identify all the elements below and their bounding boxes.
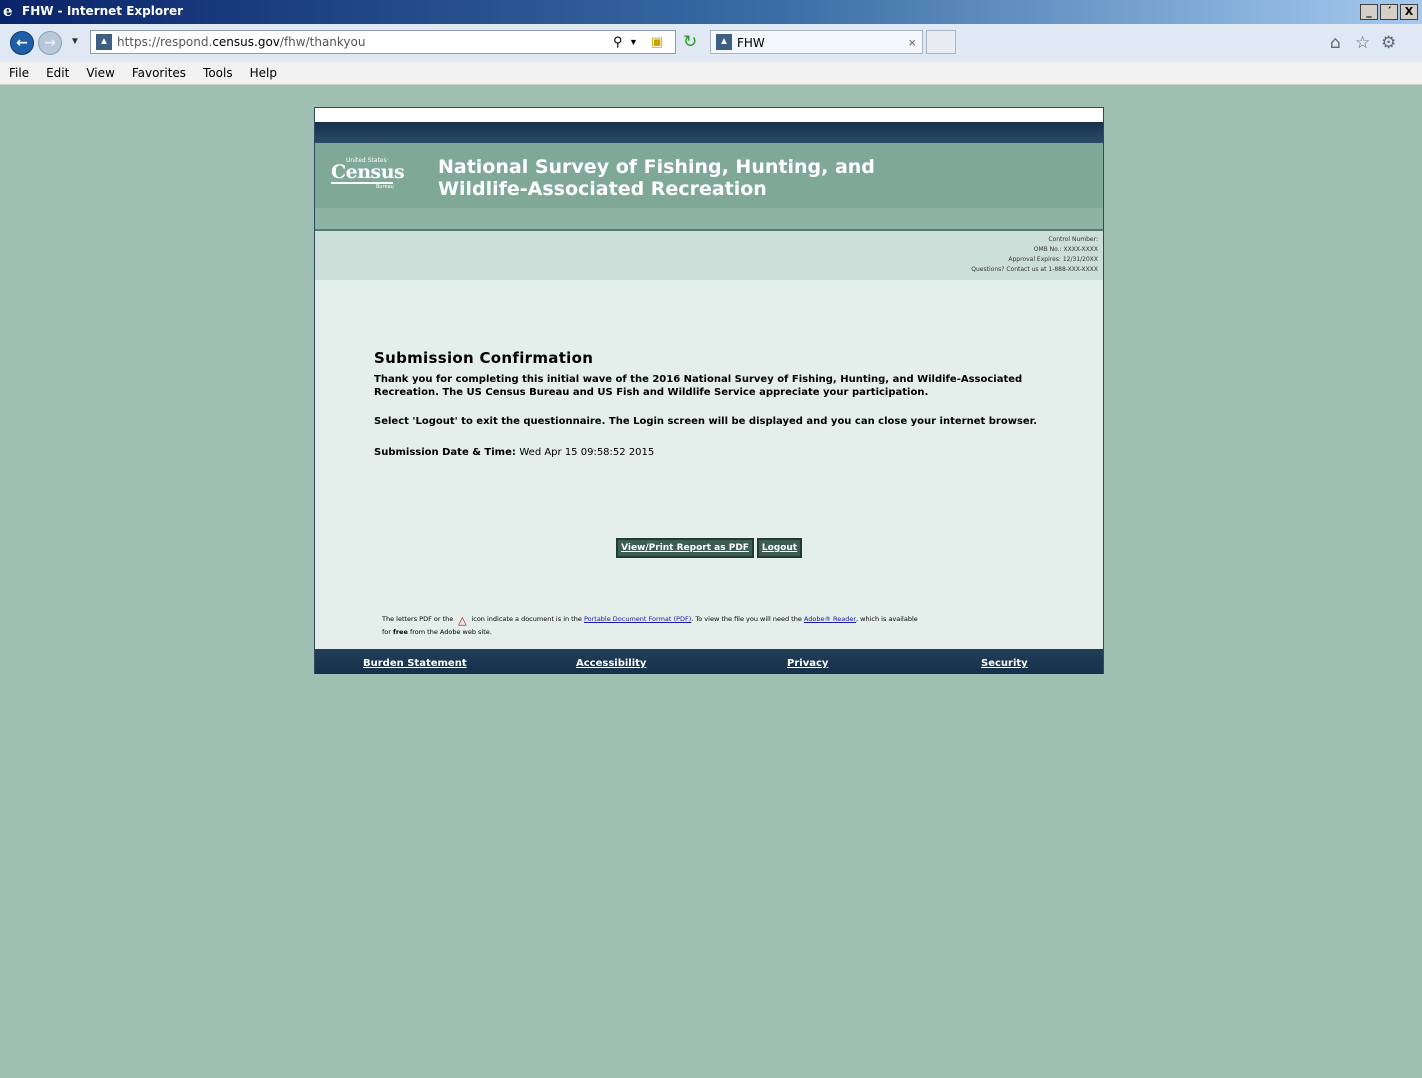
- approval-expires: Approval Expires: 12/31/20XX: [1008, 256, 1098, 263]
- menu-view[interactable]: View: [77, 62, 122, 84]
- browser-navbar: ← → ▼ ▲ https://respond.census.gov/fhw/t…: [0, 24, 1422, 63]
- confirmation-heading: Submission Confirmation: [374, 349, 594, 367]
- omb-number: OMB No.: XXXX-XXXX: [1033, 246, 1098, 253]
- site-favicon-icon: ▲: [96, 34, 112, 50]
- census-logo[interactable]: United States· Census Bureau: [331, 156, 405, 190]
- back-button[interactable]: ←: [10, 31, 34, 55]
- window-title: FHW - Internet Explorer: [22, 4, 184, 18]
- header-top-band: [315, 122, 1103, 143]
- footer-link-privacy[interactable]: Privacy: [787, 658, 828, 669]
- restore-button[interactable]: ´: [1380, 4, 1398, 20]
- site-title: National Survey of Fishing, Hunting, and…: [438, 156, 875, 200]
- favorites-star-icon[interactable]: ☆: [1355, 34, 1370, 52]
- pdf-note: The letters PDF or the △ icon indicate a…: [382, 614, 918, 636]
- forward-button[interactable]: →: [38, 31, 62, 55]
- pdf-icon: △: [458, 614, 467, 627]
- search-icon[interactable]: ⚲: [613, 34, 623, 50]
- refresh-icon[interactable]: ↻: [683, 33, 697, 51]
- survey-page: United States· Census Bureau National Su…: [314, 107, 1104, 674]
- ie-logo-icon: e: [3, 2, 13, 20]
- confirmation-content: Submission Confirmation Thank you for co…: [374, 349, 1054, 458]
- menu-bar: File Edit View Favorites Tools Help: [0, 62, 1422, 85]
- footer-link-burden-statement[interactable]: Burden Statement: [363, 658, 467, 669]
- close-window-button[interactable]: X: [1400, 4, 1418, 20]
- history-dropdown-icon[interactable]: ▼: [70, 36, 80, 47]
- logout-button[interactable]: Logout: [757, 538, 802, 558]
- lock-icon[interactable]: ▣: [651, 34, 663, 50]
- address-url[interactable]: https://respond.census.gov/fhw/thankyou: [117, 35, 365, 49]
- menu-edit[interactable]: Edit: [37, 62, 77, 84]
- footer-link-accessibility[interactable]: Accessibility: [576, 658, 646, 669]
- info-bar: Control Number: OMB No.: XXXX-XXXX Appro…: [315, 231, 1103, 280]
- settings-gear-icon[interactable]: ⚙: [1381, 34, 1396, 52]
- close-tab-icon[interactable]: ×: [908, 35, 916, 50]
- adobe-reader-link[interactable]: Adobe® Reader: [804, 615, 856, 623]
- pdf-format-link[interactable]: Portable Document Format (PDF): [584, 615, 691, 623]
- page-footer: Burden Statement Accessibility Privacy S…: [315, 649, 1103, 674]
- tab-fhw[interactable]: ▲ FHW ×: [710, 30, 923, 54]
- menu-tools[interactable]: Tools: [194, 62, 241, 84]
- window-titlebar: e FHW - Internet Explorer _ ´ X: [0, 0, 1422, 24]
- questions-contact: Questions? Contact us at 1-888-XXX-XXXX: [971, 266, 1098, 273]
- view-print-pdf-button[interactable]: View/Print Report as PDF: [616, 538, 754, 558]
- home-icon[interactable]: ⌂: [1330, 34, 1341, 52]
- footer-link-security[interactable]: Security: [981, 658, 1028, 669]
- new-tab-button[interactable]: [926, 30, 956, 54]
- tab-favicon-icon: ▲: [716, 34, 732, 50]
- minimize-button[interactable]: _: [1360, 4, 1378, 20]
- address-bar[interactable]: ▲ https://respond.census.gov/fhw/thankyo…: [90, 30, 676, 54]
- logout-instructions: Select 'Logout' to exit the questionnair…: [374, 416, 1037, 427]
- control-number: Control Number:: [1048, 236, 1098, 243]
- submission-datetime: Submission Date & Time: Wed Apr 15 09:58…: [374, 447, 655, 458]
- thank-you-message: Thank you for completing this initial wa…: [374, 374, 1023, 398]
- window-controls: _ ´ X: [1360, 4, 1418, 20]
- menu-file[interactable]: File: [0, 62, 37, 84]
- menu-help[interactable]: Help: [241, 62, 285, 84]
- menu-favorites[interactable]: Favorites: [123, 62, 194, 84]
- address-dropdown-icon[interactable]: ▼: [629, 34, 638, 50]
- tab-title: FHW: [737, 36, 765, 50]
